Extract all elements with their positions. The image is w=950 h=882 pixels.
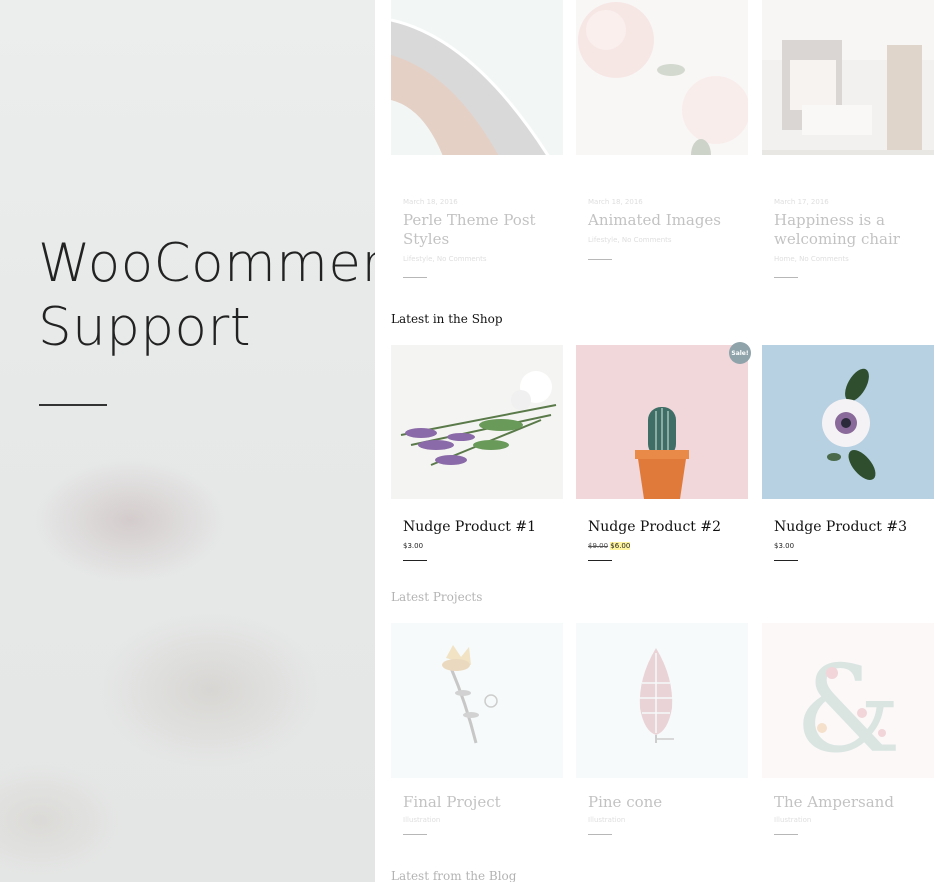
- pinecone-illustration[interactable]: [576, 623, 748, 778]
- product-price: $3.00: [403, 542, 424, 550]
- product-underline: [588, 560, 612, 561]
- post-underline: [774, 277, 798, 278]
- project-underline: [588, 834, 612, 835]
- anemone-photo[interactable]: [762, 345, 934, 499]
- post-title[interactable]: Animated Images: [588, 211, 738, 230]
- hero-background: [0, 0, 375, 882]
- project-meta: Illustration: [774, 816, 812, 824]
- flower-illustration[interactable]: [391, 623, 563, 778]
- post-underline: [588, 259, 612, 260]
- armchair-photo[interactable]: [762, 0, 934, 155]
- blog-heading: Latest from the Blog: [391, 869, 517, 882]
- post-date: March 18, 2016: [403, 198, 458, 206]
- project-underline: [774, 834, 798, 835]
- svg-text:&: &: [795, 641, 902, 778]
- product-price: $3.00: [774, 542, 795, 550]
- post-underline: [403, 277, 427, 278]
- hero-divider: [39, 404, 107, 406]
- project-meta: Illustration: [403, 816, 441, 824]
- product-underline: [774, 560, 798, 561]
- product-underline: [403, 560, 427, 561]
- post-title[interactable]: Perle Theme Post Styles: [403, 211, 553, 249]
- cactus-photo[interactable]: [576, 345, 748, 499]
- post-date: March 17, 2016: [774, 198, 829, 206]
- project-title[interactable]: Final Project: [403, 793, 553, 812]
- post-date: March 18, 2016: [588, 198, 643, 206]
- post-meta: Lifestyle, No Comments: [588, 236, 672, 244]
- product-price: $9.00 $6.00: [588, 542, 631, 550]
- project-meta: Illustration: [588, 816, 626, 824]
- project-title[interactable]: Pine cone: [588, 793, 738, 812]
- product-title[interactable]: Nudge Product #2: [588, 519, 721, 535]
- theme-preview-page: March 18, 2016 Perle Theme Post Styles L…: [375, 0, 950, 882]
- product-old-price: $9.00: [588, 542, 609, 550]
- projects-heading: Latest Projects: [391, 590, 483, 604]
- architecture-photo[interactable]: [391, 0, 563, 155]
- product-title[interactable]: Nudge Product #1: [403, 519, 536, 535]
- project-underline: [403, 834, 427, 835]
- ampersand-illustration[interactable]: &: [762, 623, 934, 778]
- product-sale-price: $6.00: [610, 542, 631, 550]
- project-title[interactable]: The Ampersand: [774, 793, 924, 812]
- lavender-photo[interactable]: [391, 345, 563, 499]
- sale-badge: Sale!: [729, 342, 751, 364]
- post-meta: Home, No Comments: [774, 255, 849, 263]
- post-meta: Lifestyle, No Comments: [403, 255, 487, 263]
- product-title[interactable]: Nudge Product #3: [774, 519, 907, 535]
- peony-photo[interactable]: [576, 0, 748, 155]
- shop-heading: Latest in the Shop: [391, 312, 503, 326]
- post-title[interactable]: Happiness is a welcoming chair: [774, 211, 924, 249]
